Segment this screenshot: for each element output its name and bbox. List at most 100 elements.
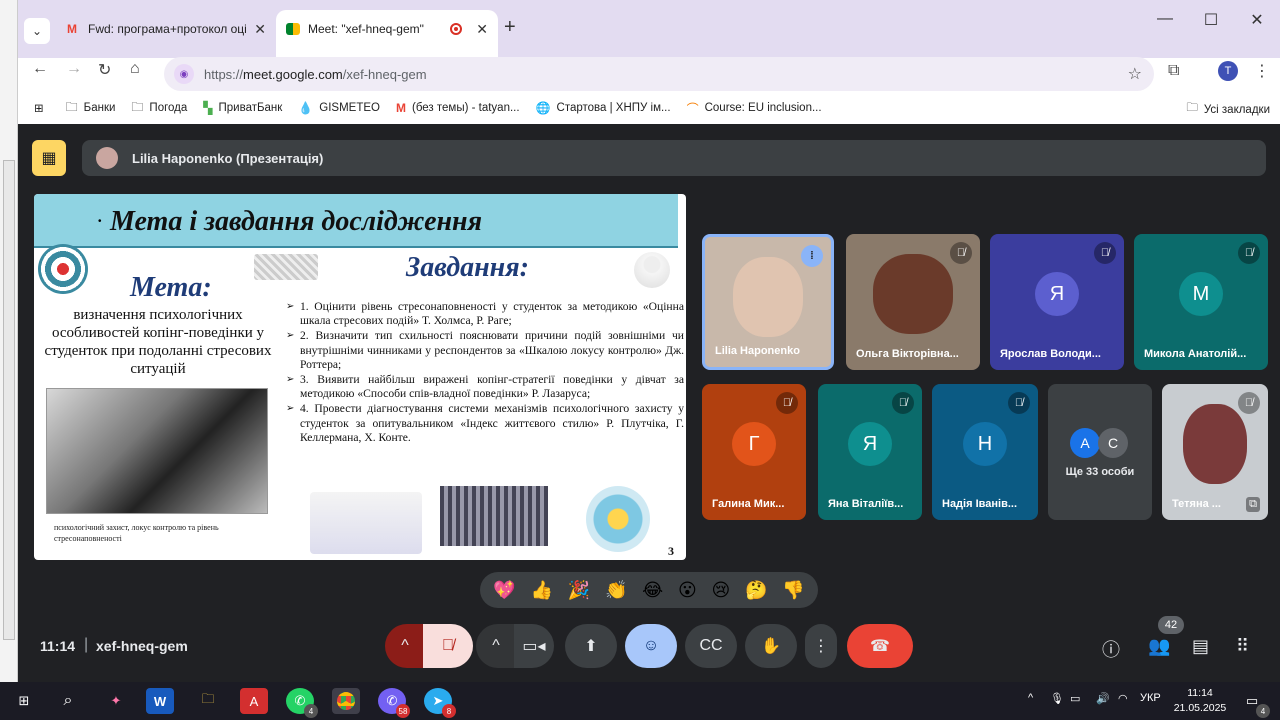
presentation-slide: • Мета і завдання дослідження Мета: визн… xyxy=(34,194,686,560)
chrome-icon[interactable] xyxy=(332,688,360,714)
more-participants-tile[interactable]: A C Ще 33 особи xyxy=(1048,384,1152,520)
site-info-icon[interactable]: ◉ xyxy=(174,64,194,84)
word-icon[interactable]: W xyxy=(146,688,174,714)
reload-icon[interactable]: ↻ xyxy=(98,60,111,80)
copilot-icon[interactable]: ✦ xyxy=(102,688,130,714)
participant-tile-nadiia[interactable]: Н 🎙̸ Надія Іванів... xyxy=(932,384,1038,520)
acrobat-icon[interactable]: A xyxy=(240,688,268,714)
reaction-laugh[interactable]: 😂 xyxy=(642,580,663,601)
mic-tray-icon[interactable]: 🎙 xyxy=(1050,692,1064,705)
new-tab-icon[interactable]: + xyxy=(504,16,516,39)
browser-menu-icon[interactable]: ⋮ xyxy=(1254,61,1270,81)
meeting-info-icon[interactable]: ⓘ xyxy=(1102,636,1120,662)
bookmark-star-icon[interactable]: ☆ xyxy=(1128,64,1142,84)
participant-tile-lilia[interactable]: ⁞ Lilia Haponenko xyxy=(702,234,834,370)
raise-hand-button[interactable]: ✋ xyxy=(745,624,797,668)
back-icon[interactable]: ← xyxy=(32,60,48,78)
bookmark-gmail[interactable]: M (без темы) - tatyan... xyxy=(396,101,520,115)
reaction-clap[interactable]: 👏 xyxy=(605,580,627,601)
video-options-button[interactable]: ^ xyxy=(476,624,516,668)
task-item: 1. Оцінити рівень стресонаповненості у с… xyxy=(286,300,684,328)
maximize-icon[interactable]: ☐ xyxy=(1188,10,1234,30)
mic-toggle-button[interactable]: 🎙̸ xyxy=(423,624,473,668)
target-icon xyxy=(38,244,88,294)
viber-icon[interactable]: ✆ 58 xyxy=(378,688,410,718)
file-explorer-icon[interactable]: 🗀 xyxy=(194,688,222,714)
participant-tile-yaroslav[interactable]: Я 🎙̸ Ярослав Володи... xyxy=(990,234,1124,370)
address-bar[interactable]: ◉ https://meet.google.com/xef-hneq-gem ☆ xyxy=(164,57,1154,91)
tab-meet[interactable]: Meet: "xef-hneq-gem" ✕ xyxy=(276,10,498,58)
more-options-button[interactable]: ⋮ xyxy=(805,624,837,668)
bookmark-hnpu[interactable]: 🌐 Стартова | ХНПУ ім... xyxy=(536,101,671,115)
people-count-badge: 42 xyxy=(1158,616,1184,634)
tab-bar: ⌄ M Fwd: програма+протокол оці ✕ Meet: "… xyxy=(18,0,1280,58)
camera-toggle-button[interactable]: ▭◂ xyxy=(514,624,554,668)
reactions-button[interactable]: ☺ xyxy=(625,624,677,668)
tab-gmail[interactable]: M Fwd: програма+протокол оці ✕ xyxy=(54,10,276,48)
profile-avatar[interactable]: T xyxy=(1218,61,1238,81)
reaction-heart[interactable]: 💖 xyxy=(493,580,515,601)
language-indicator[interactable]: УКР xyxy=(1140,692,1161,704)
presentation-icon[interactable]: ▦ xyxy=(32,140,66,176)
folder-icon: 🗀 xyxy=(131,99,144,114)
taskbar-clock[interactable]: 11:14 21.05.2025 xyxy=(1172,686,1228,716)
all-bookmarks[interactable]: 🗀 Усі закладки xyxy=(1186,100,1270,119)
participant-tile-tetiana[interactable]: 🎙̸ Тетяна ... ⧉ xyxy=(1162,384,1268,520)
search-illustration xyxy=(310,492,422,554)
bookmark-privatbank[interactable]: ▚ ПриватБанк xyxy=(203,101,282,115)
mic-off-icon: 🎙̸ xyxy=(950,242,972,264)
search-icon[interactable]: ⌕ xyxy=(54,688,82,714)
bookmark-pohoda[interactable]: 🗀 Погода xyxy=(131,98,187,119)
close-tab-icon[interactable]: ✕ xyxy=(476,21,488,38)
participant-tile-olha[interactable]: 🎙̸ Ольга Вікторівна... xyxy=(846,234,980,370)
bookmark-banky[interactable]: 🗀 Банки xyxy=(66,98,116,119)
minimize-icon[interactable]: — xyxy=(1142,10,1188,30)
start-icon[interactable]: ⊞ xyxy=(10,688,38,714)
home-icon[interactable]: ⌂ xyxy=(130,60,140,78)
present-screen-button[interactable]: ⬆ xyxy=(565,624,617,668)
reaction-surprised[interactable]: 😮 xyxy=(678,580,697,601)
reaction-sad[interactable]: 😢 xyxy=(711,580,730,601)
participant-tile-halyna[interactable]: Г 🎙̸ Галина Мик... xyxy=(702,384,806,520)
speaking-icon: ⁞ xyxy=(801,245,823,267)
avatar: Я xyxy=(1035,272,1079,316)
close-window-icon[interactable]: ✕ xyxy=(1234,10,1280,30)
reaction-party[interactable]: 🎉 xyxy=(568,580,590,601)
leave-call-button[interactable]: ☎ xyxy=(847,624,913,668)
bookmark-course[interactable]: ⌒ Course: EU inclusion... xyxy=(687,100,822,117)
tab-title: Meet: "xef-hneq-gem" xyxy=(308,22,424,36)
reaction-thinking[interactable]: 🤔 xyxy=(745,580,767,601)
tray-expand-icon[interactable]: ^ xyxy=(1028,692,1033,704)
network-icon[interactable]: ◠ xyxy=(1118,692,1128,705)
document-ruler xyxy=(3,160,15,640)
battery-icon[interactable]: ▭ xyxy=(1070,692,1080,705)
activities-icon[interactable]: ⠿ xyxy=(1236,636,1249,657)
meta-heading: Мета: xyxy=(130,272,212,303)
audio-options-button[interactable]: ^ xyxy=(385,624,425,668)
apps-grid-icon[interactable]: ⊞ xyxy=(34,101,44,115)
meta-text: визначення психологічних особливостей ко… xyxy=(44,307,272,377)
present-icon: ⬆ xyxy=(584,638,598,655)
pip-icon[interactable]: ⧉ xyxy=(1246,497,1260,512)
participant-tile-yana[interactable]: Я 🎙̸ Яна Віталіїв... xyxy=(818,384,922,520)
bookmark-gismeteo[interactable]: 💧 GISMETEO xyxy=(298,101,380,115)
meeting-time: 11:14 xyxy=(40,638,76,654)
tab-search-icon[interactable]: ⌄ xyxy=(24,18,50,44)
close-tab-icon[interactable]: ✕ xyxy=(254,21,266,38)
reaction-thumbs-down[interactable]: 👎 xyxy=(782,580,804,601)
extensions-icon[interactable]: ⧉ xyxy=(1168,62,1179,80)
chevron-up-icon: ^ xyxy=(492,637,500,654)
participant-tile-mykola[interactable]: М 🎙̸ Микола Анатолій... xyxy=(1134,234,1268,370)
chat-icon[interactable]: ▤ xyxy=(1192,636,1209,657)
telegram-icon[interactable]: ➤ 8 xyxy=(424,688,456,718)
volume-icon[interactable]: 🔊 xyxy=(1096,692,1110,705)
mic-off-icon: 🎙̸ xyxy=(892,392,914,414)
mic-off-icon: 🎙̸ xyxy=(1238,242,1260,264)
whatsapp-icon[interactable]: ✆ 4 xyxy=(286,688,318,718)
people-icon[interactable]: 👥 xyxy=(1148,636,1170,657)
reaction-thumbs-up[interactable]: 👍 xyxy=(531,580,553,601)
presenter-bar: Lilia Haponenko (Презентація) xyxy=(82,140,1266,176)
captions-button[interactable]: CC xyxy=(685,624,737,668)
forward-icon[interactable]: → xyxy=(66,60,82,78)
notifications-icon[interactable]: ▭ 4 xyxy=(1238,688,1270,718)
